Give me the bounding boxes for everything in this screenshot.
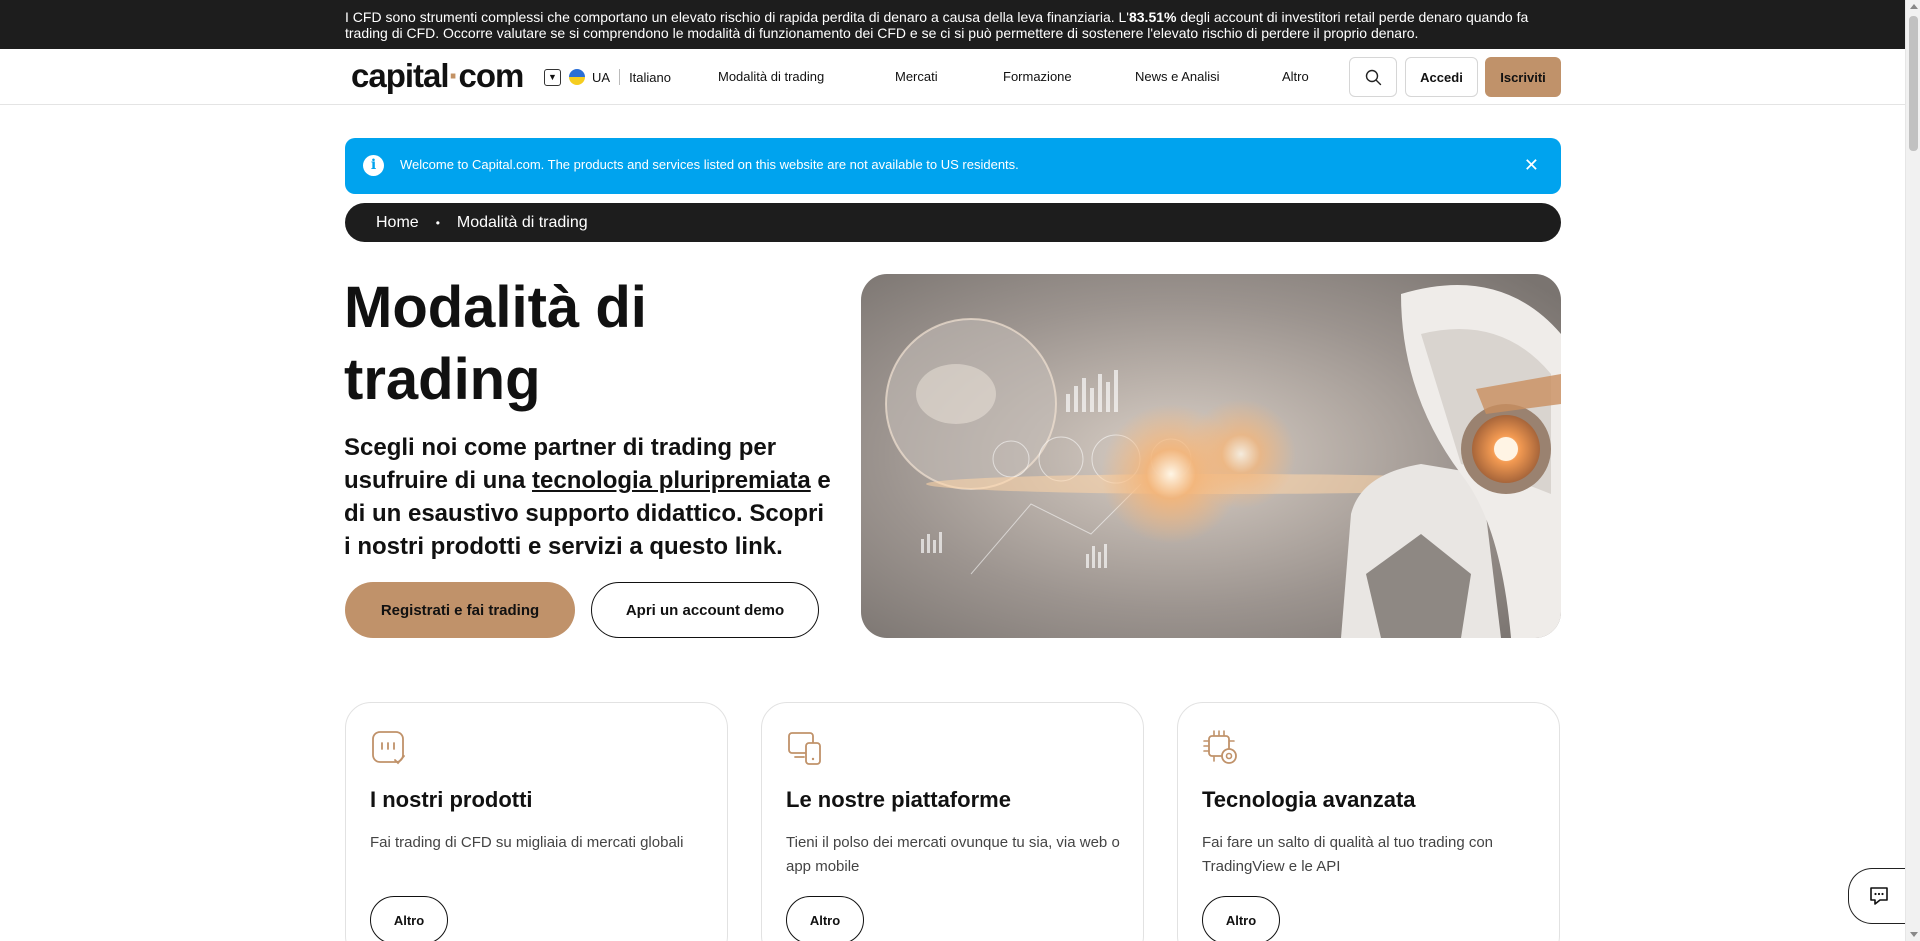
devices-icon: [788, 732, 821, 765]
capital-com-logo[interactable]: capital·com: [351, 57, 524, 95]
card-title: Le nostre piattaforme: [786, 787, 1011, 812]
card-text: Fai trading di CFD su migliaia di mercat…: [370, 834, 684, 851]
platforms-more-button[interactable]: Altro: [786, 896, 864, 941]
divider: [619, 69, 621, 85]
scrollbar-thumb[interactable]: [1909, 16, 1918, 151]
products-more-button[interactable]: Altro: [370, 896, 448, 941]
technology-more-button[interactable]: Altro: [1202, 896, 1280, 941]
products-icon: [372, 731, 405, 765]
risk-warning-text: I CFD sono strumenti complessi che compo…: [345, 9, 1529, 41]
signup-button[interactable]: Iscriviti: [1485, 57, 1561, 97]
page-title: Modalità di trading: [344, 275, 647, 412]
ukraine-flag-icon: [569, 69, 585, 85]
card-title: I nostri prodotti: [370, 787, 533, 812]
info-icon: i: [363, 155, 384, 176]
card-text: Tieni il polso dei mercati ovunque tu si…: [786, 834, 1120, 875]
scroll-down-arrow[interactable]: [1910, 932, 1918, 937]
demo-account-button[interactable]: Apri un account demo: [591, 582, 819, 638]
region-code: UA: [592, 69, 611, 85]
risk-warning-bar: I CFD sono strumenti complessi che compo…: [0, 0, 1905, 49]
search-button[interactable]: [1349, 57, 1397, 97]
chevron-down-icon: ▼: [544, 68, 561, 86]
site-header: capital·com ▼ UA Italiano Modalità di tr…: [0, 49, 1905, 105]
breadcrumb-home[interactable]: Home: [376, 214, 419, 232]
breadcrumb-current: Modalità di trading: [456, 213, 588, 231]
close-icon[interactable]: ✕: [1524, 155, 1539, 175]
risk-percentage: 83.51%: [1128, 9, 1177, 25]
register-trade-button[interactable]: Registrati e fai trading: [345, 582, 575, 638]
alert-message: Welcome to Capital.com. The products and…: [400, 157, 1019, 172]
nav-markets[interactable]: Mercati: [895, 69, 938, 85]
breadcrumb: Home • Modalità di trading: [345, 203, 1561, 242]
nav-more[interactable]: Altro: [1282, 69, 1309, 85]
nav-education[interactable]: Formazione: [1003, 69, 1072, 85]
hero-robot-image: [861, 274, 1561, 638]
search-icon: [1365, 69, 1381, 85]
breadcrumb-separator: •: [435, 215, 440, 230]
award-technology-link[interactable]: tecnologia pluripremiata: [532, 467, 811, 494]
nav-news-analysis[interactable]: News e Analisi: [1135, 69, 1220, 85]
scroll-up-arrow[interactable]: [1910, 4, 1918, 9]
card-products: I nostri prodotti Fai trading di CFD su …: [345, 702, 728, 941]
login-button[interactable]: Accedi: [1405, 57, 1478, 97]
robot-trading-illustration: [861, 274, 1561, 638]
card-title: Tecnologia avanzata: [1202, 787, 1416, 812]
language-label: Italiano: [629, 69, 671, 85]
card-technology: Tecnologia avanzata Fai fare un salto di…: [1177, 702, 1560, 941]
us-residents-alert: i Welcome to Capital.com. The products a…: [345, 138, 1561, 194]
nav-trading-modes[interactable]: Modalità di trading: [718, 69, 824, 85]
chat-button[interactable]: [1848, 868, 1908, 924]
card-text: Fai fare un salto di qualità al tuo trad…: [1202, 834, 1494, 875]
chat-icon: [1869, 887, 1888, 905]
chip-gear-icon: [1203, 730, 1237, 764]
language-selector[interactable]: ▼ UA Italiano: [544, 67, 671, 87]
page-scrollbar[interactable]: [1905, 0, 1920, 941]
card-platforms: Le nostre piattaforme Tieni il polso dei…: [761, 702, 1144, 941]
hero-lead: Scegli noi come partner di trading per u…: [344, 434, 831, 560]
